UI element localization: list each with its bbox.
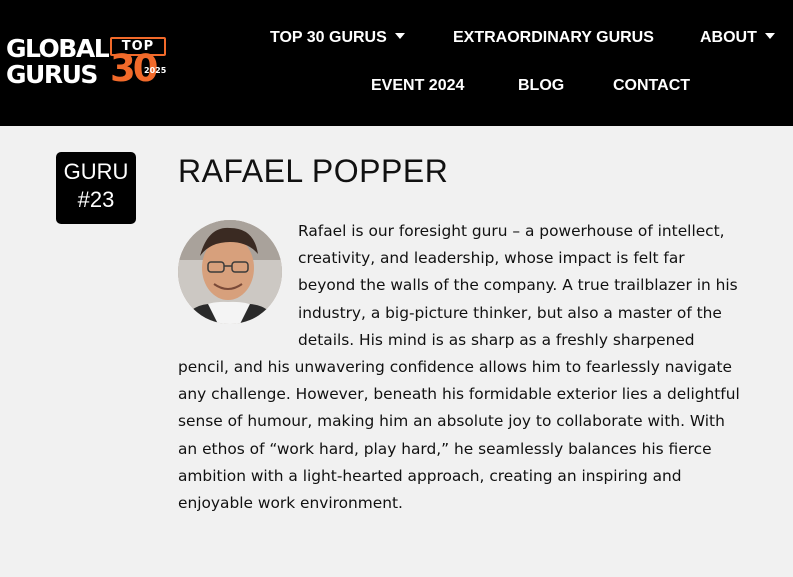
nav-contact[interactable]: CONTACT (613, 76, 690, 96)
logo-word-gurus: GURUS (6, 60, 98, 89)
guru-rank-badge: GURU #23 (56, 152, 136, 224)
guru-portrait (178, 220, 282, 324)
chevron-down-icon (394, 33, 405, 39)
nav-blog-label: BLOG (518, 77, 565, 94)
logo-year: 2025 (144, 66, 167, 75)
nav-about-label: ABOUT (700, 29, 757, 46)
global-gurus-logo[interactable]: GLOBAL GURUS TOP 30 2025 (6, 34, 166, 92)
nav-top-30-gurus-label: TOP 30 GURUS (270, 29, 387, 46)
guru-name: RAFAEL POPPER (178, 153, 449, 189)
nav-top-30-gurus[interactable]: TOP 30 GURUS (270, 28, 405, 48)
guru-rank-label: GURU (63, 159, 129, 184)
chevron-down-icon (764, 33, 775, 39)
nav-extraordinary-gurus-label: EXTRAORDINARY GURUS (453, 29, 654, 46)
guru-bio-section: Rafael is our foresight guru – a powerho… (178, 218, 743, 517)
nav-event-2024[interactable]: EVENT 2024 (371, 76, 464, 96)
portrait-illustration (178, 220, 282, 324)
site-header: GLOBAL GURUS TOP 30 2025 TOP 30 GURUS EX… (0, 0, 793, 126)
nav-event-2024-label: EVENT 2024 (371, 77, 465, 94)
nav-extraordinary-gurus[interactable]: EXTRAORDINARY GURUS (453, 28, 654, 48)
logo-word-global: GLOBAL (6, 34, 110, 63)
nav-blog[interactable]: BLOG (518, 76, 564, 96)
guru-rank-number: #23 (77, 187, 115, 212)
nav-contact-label: CONTACT (613, 77, 691, 94)
nav-about[interactable]: ABOUT (700, 28, 775, 48)
